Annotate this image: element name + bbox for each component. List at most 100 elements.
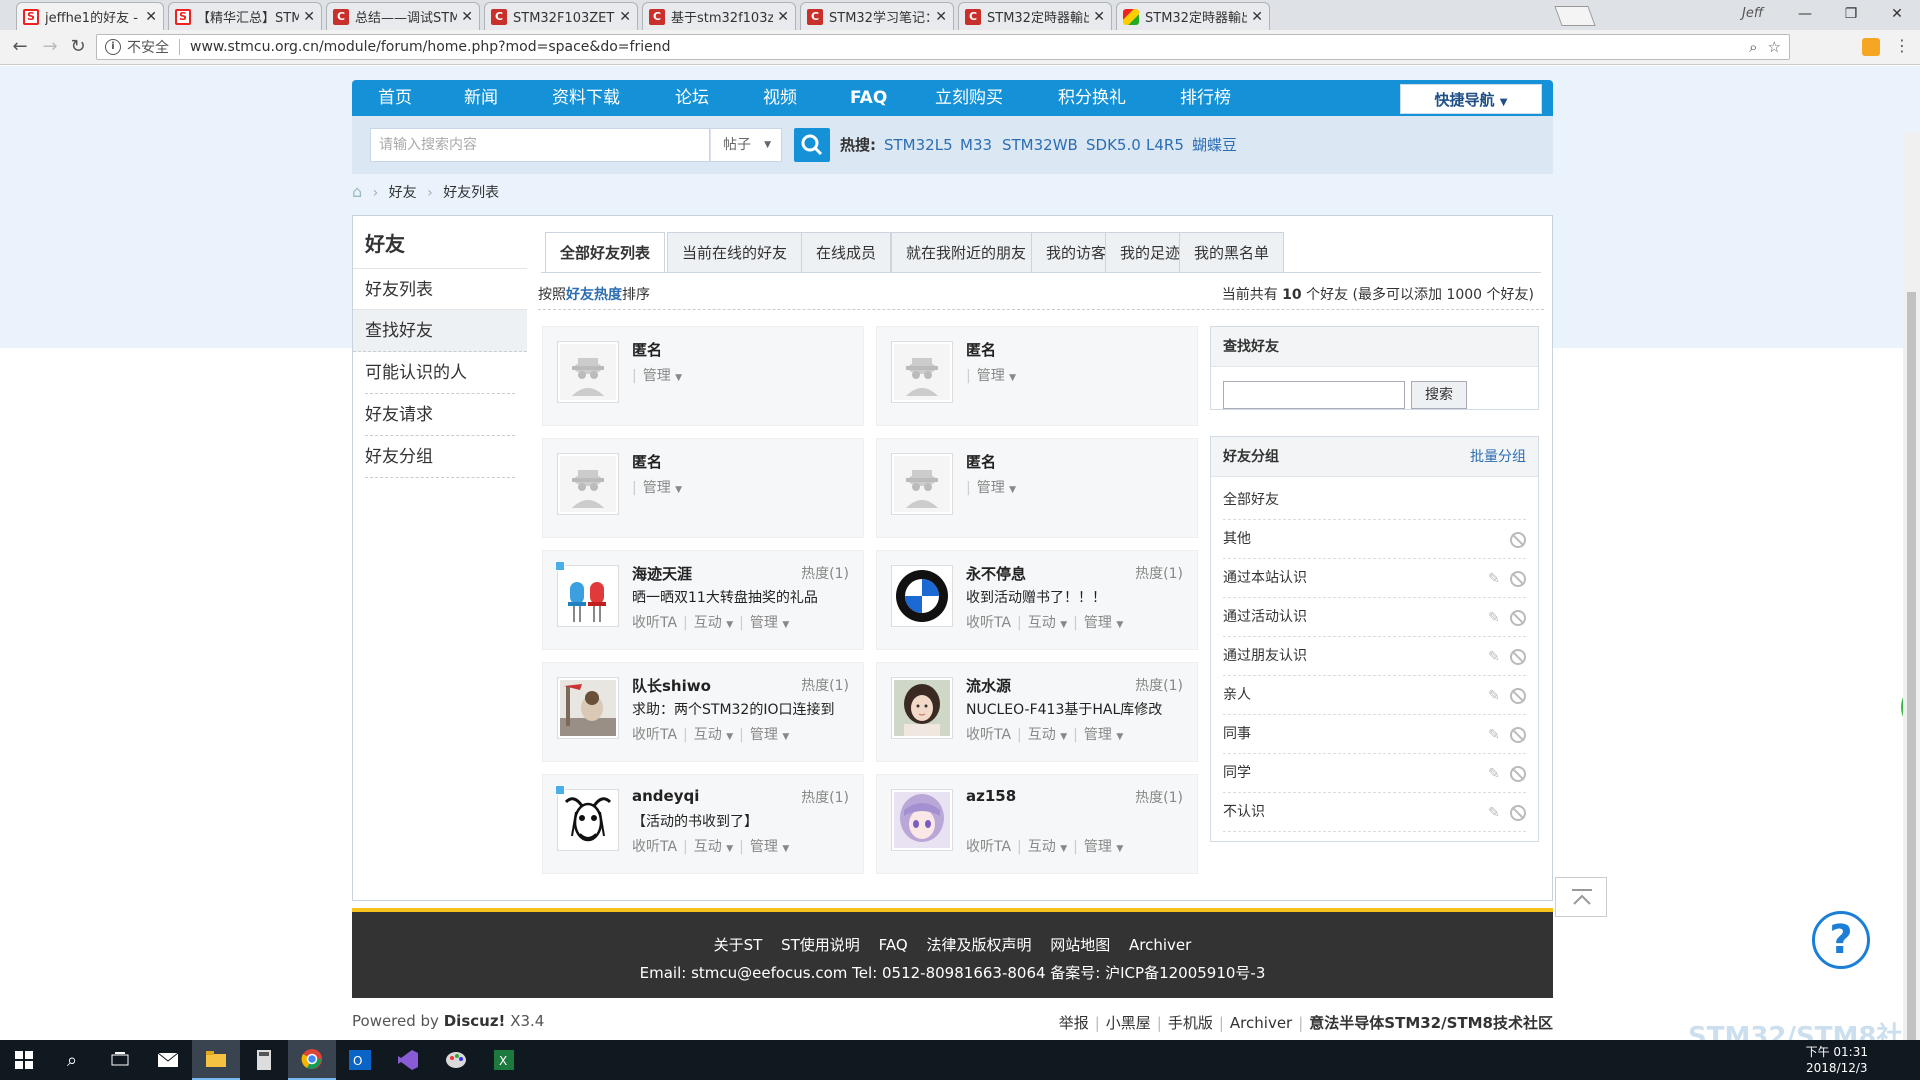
- follow-link[interactable]: 收听TA: [632, 727, 677, 743]
- disable-icon[interactable]: [1510, 648, 1526, 665]
- sidebar-item-friend-list[interactable]: 好友列表: [353, 268, 527, 310]
- manage-menu[interactable]: 管理: [643, 480, 671, 496]
- manage-menu[interactable]: 管理: [1084, 839, 1112, 855]
- manage-menu[interactable]: 管理: [750, 615, 778, 631]
- zoom-icon[interactable]: ⌕: [1749, 38, 1757, 56]
- friend-name[interactable]: 匿名: [632, 339, 662, 360]
- disable-icon[interactable]: [1510, 570, 1526, 587]
- friend-status-message[interactable]: 晒一晒双11大转盘抽奖的礼品: [632, 587, 852, 607]
- excel-icon[interactable]: X: [480, 1040, 528, 1080]
- sort-key-link[interactable]: 好友热度: [566, 287, 622, 303]
- group-item[interactable]: 通过活动认识 ✎: [1223, 598, 1526, 637]
- manage-menu[interactable]: 管理: [977, 480, 1005, 496]
- tab-online-friends[interactable]: 当前在线的好友: [667, 232, 803, 272]
- nav-buy[interactable]: 立刻购买: [935, 80, 1003, 116]
- anonymous-avatar-icon[interactable]: [891, 341, 953, 403]
- help-icon[interactable]: ?: [1812, 911, 1870, 969]
- blackroom-link[interactable]: 小黑屋: [1106, 1014, 1151, 1032]
- address-bar[interactable]: i 不安全 www.stmcu.org.cn/module/forum/home…: [96, 34, 1790, 60]
- follow-link[interactable]: 收听TA: [632, 839, 677, 855]
- close-icon[interactable]: ✕: [935, 9, 947, 25]
- disable-icon[interactable]: [1510, 804, 1526, 821]
- disable-icon[interactable]: [1510, 531, 1526, 548]
- interact-menu[interactable]: 互动: [694, 615, 722, 631]
- info-icon[interactable]: i: [105, 39, 121, 55]
- friend-status-message[interactable]: NUCLEO-F413基于HAL库修改: [966, 699, 1186, 719]
- edit-icon[interactable]: ✎: [1488, 572, 1502, 586]
- nav-ranking[interactable]: 排行榜: [1180, 80, 1231, 116]
- photo-avatar-icon[interactable]: [557, 677, 619, 739]
- interact-menu[interactable]: 互动: [1028, 615, 1056, 631]
- disable-icon[interactable]: [1510, 609, 1526, 626]
- footer-link[interactable]: FAQ: [879, 936, 908, 954]
- led-avatar-icon[interactable]: [557, 565, 619, 627]
- disable-icon[interactable]: [1510, 726, 1526, 743]
- footer-link[interactable]: Archiver: [1129, 936, 1191, 954]
- follow-link[interactable]: 收听TA: [632, 615, 677, 631]
- menu-icon[interactable]: ⋮: [1894, 36, 1910, 55]
- group-item[interactable]: 通过本站认识 ✎: [1223, 559, 1526, 598]
- minimize-icon[interactable]: —: [1782, 0, 1828, 30]
- mail-icon[interactable]: [144, 1040, 192, 1080]
- file-explorer-icon[interactable]: [192, 1040, 240, 1080]
- browser-tab[interactable]: C 总结——调试STM32F10 ✕: [326, 2, 480, 30]
- manage-menu[interactable]: 管理: [643, 368, 671, 384]
- friend-name[interactable]: az158: [966, 787, 1016, 805]
- archiver-link[interactable]: Archiver: [1230, 1014, 1292, 1032]
- hot-link[interactable]: STM32WB: [1002, 116, 1078, 174]
- anonymous-avatar-icon[interactable]: [557, 453, 619, 515]
- tab-online-members[interactable]: 在线成员: [801, 232, 892, 272]
- bookmark-star-icon[interactable]: ☆: [1768, 38, 1781, 56]
- follow-link[interactable]: 收听TA: [966, 839, 1011, 855]
- system-clock[interactable]: 下午 01:31 2018/12/3: [1806, 1044, 1868, 1076]
- anime-avatar-icon[interactable]: [891, 789, 953, 851]
- bmw-logo-avatar-icon[interactable]: [891, 565, 953, 627]
- friend-status-message[interactable]: 求助：两个STM32的IO口连接到: [632, 699, 852, 719]
- back-icon[interactable]: ←: [8, 35, 32, 59]
- browser-tab[interactable]: C STM32学习笔记：通用定 ✕: [800, 2, 954, 30]
- gnu-avatar-icon[interactable]: [557, 789, 619, 851]
- browser-tab[interactable]: C STM32定時器輸出比較（ ✕: [958, 2, 1112, 30]
- edit-icon[interactable]: ✎: [1488, 767, 1502, 781]
- footer-link[interactable]: 网站地图: [1050, 936, 1110, 954]
- friend-name[interactable]: 永不停息: [966, 563, 1026, 584]
- manage-menu[interactable]: 管理: [750, 727, 778, 743]
- close-icon[interactable]: ✕: [619, 9, 631, 25]
- group-item[interactable]: 其他: [1223, 520, 1526, 559]
- edit-icon[interactable]: ✎: [1488, 728, 1502, 742]
- mobile-link[interactable]: 手机版: [1168, 1014, 1213, 1032]
- friend-name[interactable]: 海迹天涯: [632, 563, 692, 584]
- sidebar-item-groups[interactable]: 好友分组: [365, 436, 515, 478]
- sidebar-item-requests[interactable]: 好友请求: [365, 394, 515, 436]
- sidebar-item-find-friends[interactable]: 查找好友: [353, 310, 527, 352]
- close-icon[interactable]: ✕: [303, 9, 315, 25]
- nav-home[interactable]: 首页: [378, 80, 412, 116]
- anonymous-avatar-icon[interactable]: [557, 341, 619, 403]
- nav-downloads[interactable]: 资料下载: [552, 80, 620, 116]
- group-item[interactable]: 同事 ✎: [1223, 715, 1526, 754]
- profile-name[interactable]: Jeff: [1742, 6, 1763, 21]
- friend-name[interactable]: 匿名: [632, 451, 662, 472]
- browser-tab[interactable]: S jeffhe1的好友 - 意法半导 ✕: [16, 2, 164, 30]
- footer-link[interactable]: ST使用说明: [781, 936, 860, 954]
- sidebar-item-may-know[interactable]: 可能认识的人: [365, 352, 515, 394]
- group-item[interactable]: 通过朋友认识 ✎: [1223, 637, 1526, 676]
- visual-studio-icon[interactable]: [384, 1040, 432, 1080]
- batch-group-link[interactable]: 批量分组: [1470, 437, 1526, 477]
- disable-icon[interactable]: [1510, 687, 1526, 704]
- quick-nav-button[interactable]: 快捷导航 ▼: [1400, 84, 1542, 114]
- close-window-icon[interactable]: ✕: [1874, 0, 1920, 30]
- nav-faq[interactable]: FAQ: [850, 80, 887, 116]
- hot-link[interactable]: L4R5: [1146, 116, 1184, 174]
- friend-name[interactable]: 流水源: [966, 675, 1011, 696]
- hot-link[interactable]: STM32L5: [884, 116, 953, 174]
- interact-menu[interactable]: 互动: [1028, 727, 1056, 743]
- breadcrumb-item[interactable]: 好友列表: [443, 185, 499, 201]
- edit-icon[interactable]: ✎: [1488, 806, 1502, 820]
- hot-link[interactable]: 蝴蝶豆: [1192, 116, 1237, 174]
- friend-status-message[interactable]: 【活动的书收到了】: [632, 811, 852, 831]
- search-input[interactable]: 请输入搜索内容: [370, 128, 710, 162]
- paint-icon[interactable]: [432, 1040, 480, 1080]
- new-tab-button[interactable]: [1554, 6, 1596, 26]
- interact-menu[interactable]: 互动: [1028, 839, 1056, 855]
